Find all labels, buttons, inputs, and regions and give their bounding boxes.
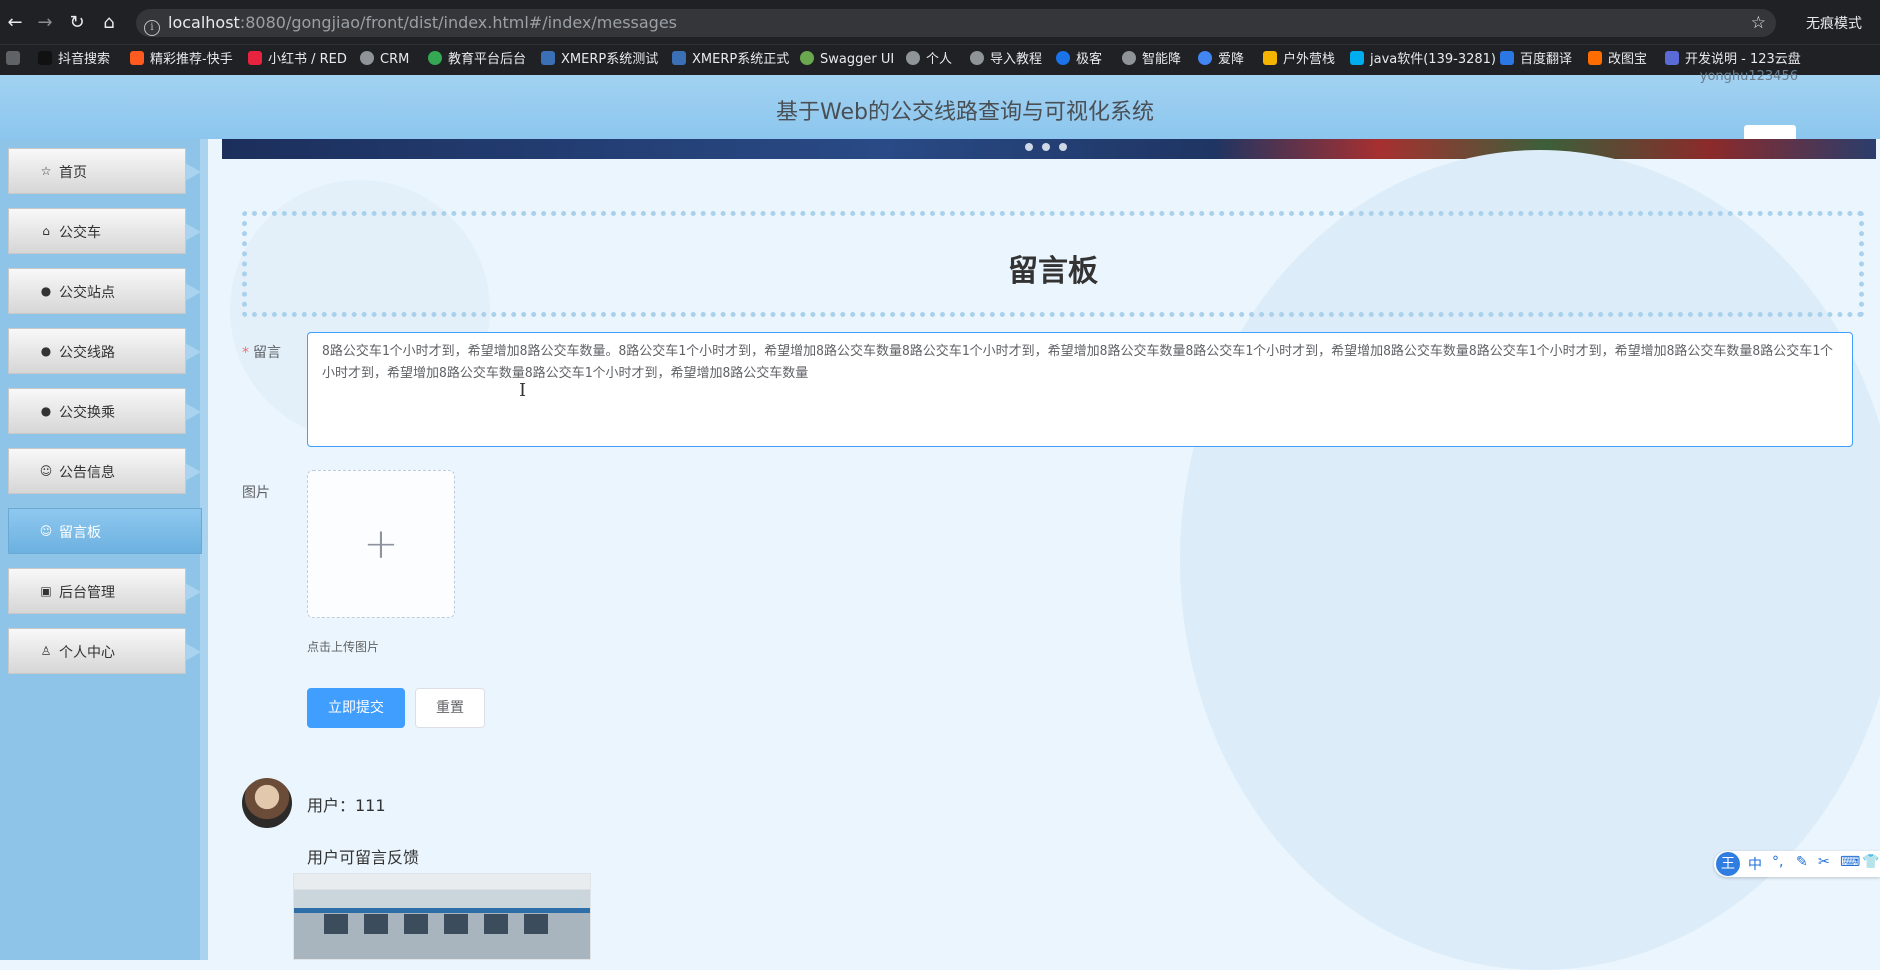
sidebar: ☆ 首页 ⌂ 公交车 ● 公交站点 ● 公交线路 ● 公交换乘 ☺ 公告信息 ☺… (0, 139, 208, 960)
bookmark-item[interactable]: 精彩推荐-快手 (130, 51, 233, 69)
image-upload[interactable]: + (307, 470, 455, 618)
briefcase-icon: ▣ (40, 584, 52, 598)
reload-icon[interactable]: ↻ (66, 13, 88, 33)
message-textarea[interactable]: 8路公交车1个小时才到，希望增加8路公交车数量。8路公交车1个小时才到，希望增加… (307, 332, 1853, 447)
forward-icon[interactable]: → (34, 13, 56, 33)
bookmark-item[interactable]: 爱降 (1198, 51, 1244, 69)
sidebar-item-message-board[interactable]: ☺ 留言板 (8, 508, 202, 554)
star-icon: ☆ (40, 164, 52, 178)
bookmark-star-icon[interactable]: ☆ (1751, 9, 1766, 37)
sidebar-item-transfer[interactable]: ● 公交换乘 (8, 388, 201, 434)
sidebar-item-announcements[interactable]: ☺ 公告信息 (8, 448, 201, 494)
bookmark-item[interactable]: Swagger UI (800, 51, 894, 69)
sidebar-item-admin[interactable]: ▣ 后台管理 (8, 568, 201, 614)
page-title: 基于Web的公交线路查询与可视化系统 (776, 100, 1154, 125)
sidebar-item-bus[interactable]: ⌂ 公交车 (8, 208, 201, 254)
smile-icon: ☺ (39, 464, 53, 478)
avatar (242, 778, 292, 828)
board-title: 留言板 (1008, 254, 1098, 289)
chat-icon: ☺ (39, 524, 53, 538)
bookmark-item[interactable]: 个人 (906, 51, 952, 69)
sidebar-item-label: 公交车 (59, 225, 101, 241)
sidebar-item-label: 首页 (59, 165, 87, 181)
browser-toolbar: ← → ↻ ⌂ i localhost:8080/gongjiao/front/d… (0, 0, 1880, 44)
site-info-icon[interactable]: i (144, 20, 160, 36)
apps-icon[interactable] (6, 51, 26, 69)
upload-tip: 点击上传图片 (307, 640, 380, 654)
carousel-dot[interactable] (1025, 143, 1033, 151)
bookmark-item[interactable]: 小红书 / RED (248, 51, 347, 69)
bookmark-item[interactable]: 改图宝 (1588, 51, 1647, 69)
carousel-dot[interactable] (1042, 143, 1050, 151)
plus-icon: + (363, 519, 399, 568)
bookmark-item[interactable]: CRM (360, 51, 409, 69)
bookmark-item[interactable]: 抖音搜索 (38, 51, 110, 69)
reset-button[interactable]: 重置 (415, 688, 485, 728)
sidebar-item-bus-stops[interactable]: ● 公交站点 (8, 268, 201, 314)
app-header: 基于Web的公交线路查询与可视化系统 yonghu123456 (0, 69, 1880, 139)
ime-toolbar: 王 中 °, ✎ ✂ ⌨ 👕 (1714, 851, 1880, 877)
bookmark-item[interactable]: 开发说明 - 123云盘 (1665, 51, 1801, 69)
sidebar-item-label: 留言板 (59, 525, 101, 541)
douyin-icon (38, 51, 52, 65)
bookmark-item[interactable]: XMERP系统正式 (672, 51, 789, 69)
sidebar-item-home[interactable]: ☆ 首页 (8, 148, 201, 194)
sidebar-item-label: 公交站点 (59, 285, 115, 301)
ime-keyboard-icon[interactable]: ⌨ (1840, 854, 1860, 870)
info-icon: ● (40, 404, 52, 418)
bookmark-item[interactable]: 极客 (1056, 51, 1102, 69)
bookmark-item[interactable]: 教育平台后台 (428, 51, 526, 69)
back-icon[interactable]: ← (4, 13, 26, 33)
bookmark-item[interactable]: 导入教程 (970, 51, 1042, 69)
ime-logo-icon[interactable]: 王 (1716, 852, 1740, 876)
sidebar-item-label: 后台管理 (59, 585, 115, 601)
warning-icon: ● (40, 284, 52, 298)
bookmark-item[interactable]: 智能降 (1122, 51, 1181, 69)
sidebar-item-label: 个人中心 (59, 645, 115, 661)
bookmark-item[interactable]: 户外营栈 (1263, 51, 1335, 69)
ime-pen-icon[interactable]: ✎ (1796, 854, 1808, 870)
sidebar-item-profile[interactable]: ♙ 个人中心 (8, 628, 201, 674)
bookmark-item[interactable]: XMERP系统测试 (541, 51, 658, 69)
bookmark-item[interactable]: java软件(139-3281) (1350, 51, 1496, 69)
required-mark: * (242, 345, 249, 361)
sidebar-item-bus-routes[interactable]: ● 公交线路 (8, 328, 201, 374)
question-icon: ● (40, 344, 52, 358)
user-icon: ♙ (40, 644, 52, 658)
carousel-indicators (1025, 136, 1076, 155)
bookmark-item[interactable]: 百度翻译 (1500, 51, 1572, 69)
logout-button[interactable] (1744, 125, 1796, 139)
username-label: yonghu123456 (1699, 69, 1798, 84)
submit-button[interactable]: 立即提交 (307, 688, 405, 728)
bookmarks-bar: 抖音搜索 精彩推荐-快手 小红书 / RED CRM 教育平台后台 XMERP系… (0, 44, 1880, 75)
text-cursor-icon: I (519, 380, 527, 401)
board-title-box: 留言板 (242, 211, 1864, 317)
address-bar[interactable]: i localhost:8080/gongjiao/front/dist/inde… (136, 9, 1776, 37)
ime-punctuation-icon[interactable]: °, (1772, 854, 1783, 870)
url-host: localhost (168, 13, 240, 32)
comment-image (293, 873, 591, 960)
ime-scissors-icon[interactable]: ✂ (1818, 854, 1830, 870)
image-label: 图片 (242, 485, 270, 501)
ime-chinese-toggle[interactable]: 中 (1748, 854, 1762, 874)
message-label: * 留言 (242, 345, 281, 361)
home-icon[interactable]: ⌂ (98, 13, 120, 33)
sidebar-item-label: 公告信息 (59, 465, 115, 481)
url-path: :8080/gongjiao/front/dist/index.html#/in… (239, 13, 678, 32)
sidebar-item-label: 公交换乘 (59, 405, 115, 421)
comment-content: 用户可留言反馈 (307, 848, 420, 867)
ime-skin-icon[interactable]: 👕 (1862, 854, 1879, 870)
sidebar-item-label: 公交线路 (59, 345, 115, 361)
carousel-dot[interactable] (1059, 143, 1067, 151)
comment-username: 用户：111 (307, 796, 386, 815)
incognito-label: 无痕模式 (1806, 16, 1862, 32)
bag-icon: ⌂ (42, 224, 50, 238)
